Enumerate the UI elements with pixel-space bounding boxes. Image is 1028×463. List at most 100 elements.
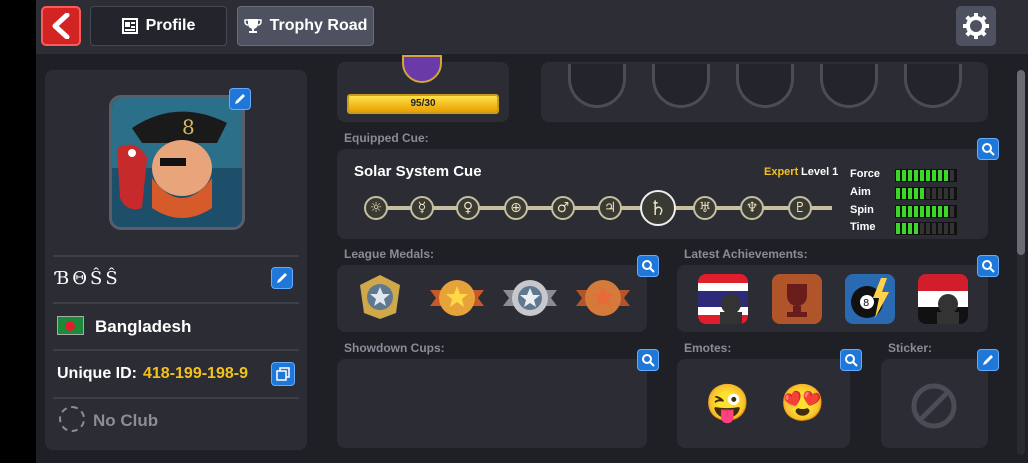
divider xyxy=(53,302,299,304)
magnifier-icon xyxy=(642,260,655,273)
pencil-icon xyxy=(277,273,287,283)
cue-planet-symbol: ♄ xyxy=(640,190,676,226)
cue-stat-bar xyxy=(895,205,957,218)
showdown-cups-search-button[interactable] xyxy=(637,349,659,371)
back-button[interactable] xyxy=(41,6,81,46)
emote-heart-eyes-icon: 😍 xyxy=(780,382,825,423)
cue-stat-segment xyxy=(932,206,936,217)
cue-stat-segment xyxy=(944,223,948,234)
cue-stat-label: Time xyxy=(850,221,876,233)
cue-stat-segment xyxy=(902,206,906,217)
avatar[interactable]: 8 xyxy=(109,95,245,230)
cue-stat-segment xyxy=(950,188,954,199)
scrollbar-thumb[interactable] xyxy=(1017,70,1025,255)
cue-planet-symbol: ♃ xyxy=(598,196,622,220)
cue-stat-bar xyxy=(895,187,957,200)
edit-avatar-button[interactable] xyxy=(229,88,251,110)
cue-stat-bar xyxy=(895,222,957,235)
level-progress-text: 95/30 xyxy=(410,98,436,109)
medal-silver-icon xyxy=(503,280,557,316)
level-progress-bar: 95/30 xyxy=(347,94,499,114)
cue-stat-segment xyxy=(896,206,900,217)
cue-stat-label: Force xyxy=(850,168,880,180)
cue-stat-segment xyxy=(944,170,948,181)
achievement-trophy-icon xyxy=(772,274,822,324)
emote-wink-icon: 😜 xyxy=(705,382,750,423)
cue-stat-segment xyxy=(896,170,900,181)
bangladesh-flag-icon xyxy=(57,316,84,335)
pencil-icon xyxy=(983,355,993,365)
cue-stat-segment xyxy=(914,206,918,217)
cue-stat-segment xyxy=(938,206,942,217)
cue-stat-label: Spin xyxy=(850,204,874,216)
cue-stat-segment xyxy=(932,188,936,199)
cue-stat-segment xyxy=(938,223,942,234)
divider xyxy=(53,349,299,351)
emotes-search-button[interactable] xyxy=(840,349,862,371)
achievement-8ball-lightning-icon: 8 xyxy=(845,274,895,324)
cue-name: Solar System Cue xyxy=(354,163,482,180)
cue-planet-symbol: ⊕ xyxy=(504,196,528,220)
cue-stat-segment xyxy=(920,170,924,181)
club-name: No Club xyxy=(93,411,159,430)
pencil-icon xyxy=(235,94,245,104)
medal-diamond-icon xyxy=(360,275,400,319)
cue-rank: Expert xyxy=(764,166,799,178)
magnifier-icon xyxy=(642,354,655,367)
cue-stat-segment xyxy=(926,206,930,217)
cue-planet-symbol: ♇ xyxy=(788,196,812,220)
cue-stat-label: Aim xyxy=(850,186,871,198)
cue-planet-symbol: ☿ xyxy=(410,196,434,220)
tab-trophy-label: Trophy Road xyxy=(269,17,368,34)
cue-stat-segment xyxy=(920,188,924,199)
cue-stat-segment xyxy=(932,223,936,234)
cue-stat-segment xyxy=(908,188,912,199)
club-icon xyxy=(59,406,85,432)
unique-id-label: Unique ID: xyxy=(57,365,137,382)
showdown-cups-panel[interactable] xyxy=(337,359,647,448)
tab-trophy-road[interactable]: Trophy Road xyxy=(237,6,374,46)
latest-achievements-label: Latest Achievements: xyxy=(684,247,808,261)
profile-card-icon xyxy=(121,18,138,34)
gear-icon xyxy=(963,13,989,39)
edit-name-button[interactable] xyxy=(271,267,293,289)
cue-stat-segment xyxy=(938,170,942,181)
cue-planet-symbol: ♀ xyxy=(456,196,480,220)
medal-bronze-icon xyxy=(576,280,630,316)
cue-stat-bar xyxy=(895,169,957,182)
emotes-label: Emotes: xyxy=(684,341,732,355)
cue-stat-segment xyxy=(920,223,924,234)
settings-button[interactable] xyxy=(956,6,996,46)
cue-stat-segment xyxy=(926,223,930,234)
trophy-icon xyxy=(243,19,262,33)
cue-planet-symbol: ☼ xyxy=(364,196,388,220)
magnifier-icon xyxy=(982,143,995,156)
pirate-avatar-image: 8 xyxy=(112,98,242,227)
copy-icon xyxy=(276,367,290,381)
achievements-search-button[interactable] xyxy=(977,255,999,277)
medal-gold-icon xyxy=(430,280,484,316)
sticker-label: Sticker: xyxy=(888,341,933,355)
cue-stat-segment xyxy=(950,170,954,181)
cue-stat-segment xyxy=(902,188,906,199)
cue-planet-symbol: ♂ xyxy=(551,196,575,220)
cue-stat-segment xyxy=(944,206,948,217)
league-medals-search-button[interactable] xyxy=(637,255,659,277)
back-arrow-icon xyxy=(52,13,70,39)
magnifier-icon xyxy=(845,354,858,367)
country-name: Bangladesh xyxy=(95,317,192,336)
tab-profile[interactable]: Profile xyxy=(90,6,227,46)
cue-stat-segment xyxy=(950,206,954,217)
cue-search-button[interactable] xyxy=(977,138,999,160)
svg-text:8: 8 xyxy=(182,115,195,139)
achievement-thailand-flag-icon xyxy=(698,274,748,324)
copy-id-button[interactable] xyxy=(271,362,295,386)
achievement-egypt-flag-icon xyxy=(918,274,968,324)
equipped-cue-label: Equipped Cue: xyxy=(344,131,429,145)
cue-stat-segment xyxy=(950,223,954,234)
left-edge xyxy=(0,0,36,463)
magnifier-icon xyxy=(982,260,995,273)
divider xyxy=(53,397,299,399)
cue-stat-segment xyxy=(944,188,948,199)
edit-sticker-button[interactable] xyxy=(977,349,999,371)
